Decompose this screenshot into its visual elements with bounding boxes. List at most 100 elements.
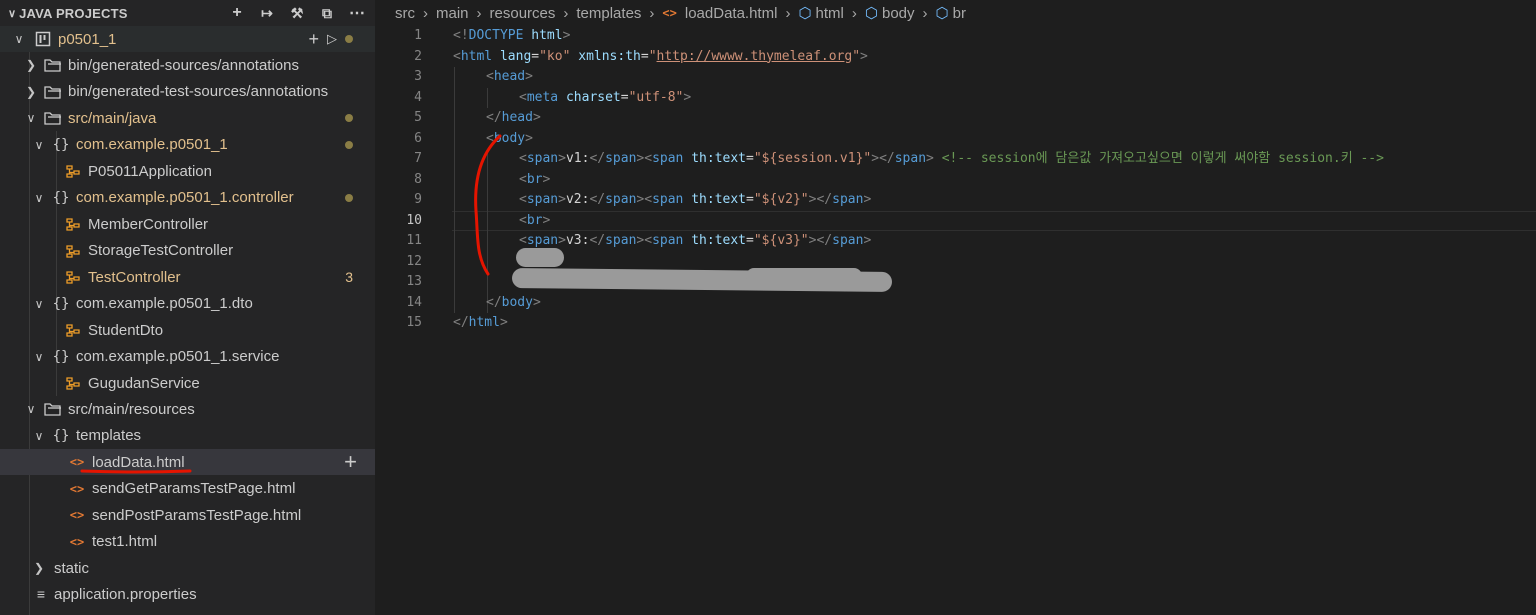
tree-item-gugudanservice[interactable]: GugudanService — [0, 370, 375, 396]
add-icon[interactable]: + — [344, 449, 357, 475]
package-icon: {} — [52, 427, 70, 444]
url-link[interactable]: http://wwww.thymeleaf.org — [657, 49, 853, 64]
code-line: <span>v2:</span><span th:text="${v2}"></… — [519, 192, 872, 207]
class-icon — [64, 269, 82, 285]
modified-dot — [345, 140, 353, 149]
tree-item-src-main-java[interactable]: ∨ src/main/java — [0, 105, 375, 131]
code-line: <br> — [519, 212, 551, 228]
project-item[interactable]: ∨ p0501_1 + ▷ — [0, 26, 375, 52]
project-icon — [34, 31, 52, 47]
chevron-down-icon: ∨ — [26, 402, 36, 416]
tree-item-label: StudentDto — [88, 321, 164, 339]
breadcrumb-item[interactable]: html — [816, 5, 844, 22]
chevron-right-icon: › — [785, 4, 791, 22]
code-line: <br> — [519, 171, 551, 187]
class-icon — [64, 375, 82, 391]
chevron-right-icon: ❯ — [25, 58, 37, 72]
tree-item-label: src/main/java — [68, 109, 157, 127]
chevron-right-icon: › — [476, 4, 482, 22]
cube-icon: ⬡ — [798, 5, 812, 22]
cube-icon: ⬡ — [935, 5, 949, 22]
tree-item-label: P05011Application — [88, 162, 212, 180]
tree-item-package-controller[interactable]: ∨ {} com.example.p0501_1.controller — [0, 185, 375, 211]
html-icon: <> — [662, 6, 677, 20]
tree-item-test1-html[interactable]: <> test1.html — [0, 529, 375, 555]
project-label: p0501_1 — [58, 30, 117, 48]
breadcrumb-item[interactable]: main — [436, 5, 469, 22]
class-icon — [64, 163, 82, 179]
tree-item-studentdto[interactable]: StudentDto — [0, 317, 375, 343]
tree-item-p05011application[interactable]: P05011Application — [0, 158, 375, 184]
breadcrumb-item[interactable]: loadData.html — [685, 5, 778, 22]
code-line: <body> — [486, 130, 533, 146]
more-icon[interactable]: ⋯ — [347, 3, 367, 23]
tree-item-label: sendPostParamsTestPage.html — [92, 506, 302, 524]
code-line: </head> — [486, 110, 541, 125]
breadcrumb-item[interactable]: src — [395, 5, 415, 22]
package-icon: {} — [52, 136, 70, 153]
modified-dot — [345, 193, 353, 202]
code-line: </body> — [486, 294, 541, 310]
breadcrumb-item[interactable]: br — [953, 5, 966, 22]
tree-item-label: MemberController — [88, 215, 209, 233]
tree-item-label: com.example.p0501_1.dto — [76, 295, 253, 312]
chevron-right-icon: › — [649, 4, 655, 22]
code-line: <meta charset="utf-8"> — [519, 89, 692, 105]
package-icon: {} — [52, 348, 70, 365]
tree-item-static[interactable]: ❯ static — [0, 555, 375, 581]
code-line: </html> — [453, 315, 508, 330]
lines-icon: ≡ — [36, 586, 46, 602]
redacted-scribble — [516, 248, 564, 267]
tree-item-label: StorageTestController — [88, 242, 234, 259]
modified-dot — [345, 35, 353, 43]
tree-item-label: src/main/resources — [68, 400, 195, 418]
tree-item-bin-generated-test-sources[interactable]: ❯ bin/generated-test-sources/annotations — [0, 79, 375, 105]
tree-item-testcontroller[interactable]: TestController 3 — [0, 264, 375, 290]
tree-item-package-p0501[interactable]: ∨ {} com.example.p0501_1 — [0, 132, 375, 158]
add-icon[interactable]: + — [227, 3, 247, 23]
tree-item-label: templates — [76, 427, 142, 444]
code-line: <span>v1:</span><span th:text="${session… — [519, 151, 1384, 166]
red-underline-annotation — [80, 469, 192, 474]
tools-icon[interactable]: ⚒ — [287, 3, 307, 23]
collapse-icon[interactable]: ⧉ — [317, 3, 337, 23]
tree-item-src-main-resources[interactable]: ∨ src/main/resources — [0, 396, 375, 422]
link-icon[interactable]: ↦ — [257, 3, 277, 23]
tree-item-package-service[interactable]: ∨ {} com.example.p0501_1.service — [0, 344, 375, 370]
editor-pane: src › main › resources › templates › <> load… — [376, 0, 1536, 615]
html-icon: <> — [69, 508, 85, 522]
chevron-down-icon[interactable]: ∨ — [8, 7, 16, 20]
chevron-down-icon: ∨ — [34, 190, 44, 205]
tree-item-membercontroller[interactable]: MemberController — [0, 211, 375, 237]
tree-item-package-dto[interactable]: ∨ {} com.example.p0501_1.dto — [0, 291, 375, 317]
explorer-sidebar: ∨ JAVA PROJECTS + ↦ ⚒ ⧉ ⋯ ∨ p0501_1 + ▷ … — [0, 0, 375, 615]
tree-item-label: bin/generated-test-sources/annotations — [68, 83, 329, 100]
class-icon — [64, 243, 82, 259]
tree-item-templates[interactable]: ∨ {} templates — [0, 423, 375, 449]
tree-item-bin-generated-sources[interactable]: ❯ bin/generated-sources/annotations — [0, 52, 375, 78]
package-icon: {} — [52, 295, 70, 312]
tree-item-application-properties[interactable]: ≡ application.properties — [0, 581, 375, 607]
breadcrumb-item[interactable]: templates — [576, 5, 641, 22]
folder-icon — [44, 401, 62, 417]
chevron-down-icon: ∨ — [34, 296, 44, 311]
breadcrumb-item[interactable]: body — [882, 5, 915, 22]
tree-item-label: com.example.p0501_1.controller — [76, 189, 294, 206]
run-icon[interactable]: ▷ — [327, 31, 337, 47]
line-number: 12 — [406, 253, 422, 269]
tree-item-label: application.properties — [54, 585, 197, 603]
chevron-right-icon: › — [423, 4, 428, 22]
chevron-down-icon: ∨ — [34, 349, 44, 364]
sidebar-title: JAVA PROJECTS — [19, 5, 128, 21]
tree-item-storagetestcontroller[interactable]: StorageTestController — [0, 238, 375, 264]
red-bracket-annotation — [474, 134, 502, 276]
cube-icon: ⬡ — [864, 5, 878, 22]
breadcrumb-item[interactable]: resources — [490, 5, 556, 22]
tree-item-label: com.example.p0501_1 — [76, 136, 228, 153]
tree-item-sendgetparams-html[interactable]: <> sendGetParamsTestPage.html — [0, 476, 375, 502]
chevron-down-icon: ∨ — [34, 137, 44, 152]
tree-item-label: TestController — [88, 268, 181, 286]
chevron-down-icon: ∨ — [14, 32, 24, 46]
add-icon[interactable]: + — [308, 29, 319, 50]
tree-item-sendpostparams-html[interactable]: <> sendPostParamsTestPage.html — [0, 502, 375, 528]
